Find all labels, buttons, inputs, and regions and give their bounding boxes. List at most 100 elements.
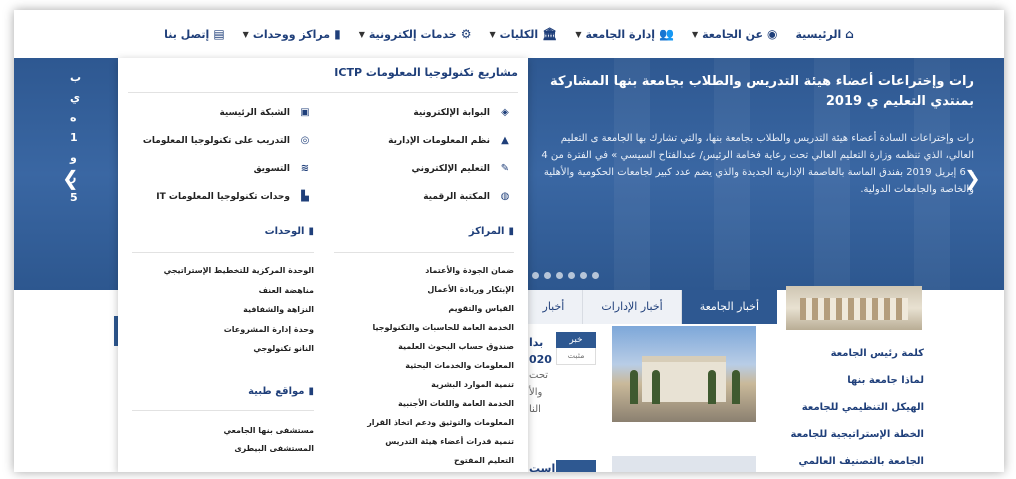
news-partial-line: والأ <box>529 387 543 398</box>
menu-link[interactable]: النانو تكنولوجي <box>253 344 314 353</box>
mega-project-item[interactable]: ◈ البوابة الإلكترونية <box>413 106 514 120</box>
slider-dot[interactable] <box>580 272 587 279</box>
caret-down-icon: ▼ <box>358 29 365 39</box>
nav-item[interactable]: ▤ إتصل بنا <box>164 27 224 41</box>
section-heading-label: المراكز <box>468 226 505 237</box>
sidebar-link[interactable]: الجامعة بالتصنيف العالمي <box>774 448 924 472</box>
mega-project-label: التدريب على تكنولوجيا المعلومات <box>142 136 290 146</box>
news-tab[interactable]: أخبار الجامعة <box>680 290 777 324</box>
mega-project-item[interactable]: ◍ المكتبة الرقمية <box>423 190 514 204</box>
nav-label: عن الجامعة <box>702 27 764 41</box>
contact-card-icon: ▤ <box>213 27 225 41</box>
mega-project-item[interactable]: ▙ وحدات تكنولوجيا المعلومات IT <box>156 190 314 204</box>
menu-link[interactable]: وحدة إدارة المشروعات <box>224 325 314 334</box>
sidebar-link[interactable]: الهيكل التنظيمي للجامعة <box>774 394 924 421</box>
nav-label: خدمات إلكترونية <box>368 27 457 41</box>
nav-label: إتصل بنا <box>164 27 210 41</box>
news-image[interactable] <box>612 326 756 422</box>
slider-prev-icon[interactable]: ❮ <box>62 166 79 190</box>
news-tabs: أخبار الجامعة أخبار الإدارات أخبار <box>523 290 777 324</box>
menu-link[interactable]: تنمية الموارد البشرية <box>431 380 514 389</box>
badge-top: خبر <box>556 332 596 348</box>
menu-link[interactable]: مستشفى بنها الجامعي <box>223 426 314 435</box>
tree-shape <box>630 370 638 404</box>
sidebar-link[interactable]: كلمة رئيس الجامعة <box>774 340 924 367</box>
nav-item[interactable]: ◉ عن الجامعة ▼ <box>692 27 778 41</box>
menu-link[interactable]: المستشفى البيطرى <box>234 444 314 453</box>
news-tab[interactable]: أخبار <box>523 290 583 324</box>
menu-link[interactable]: المعلومات والتوثيق ودعم اتخاذ القرار <box>367 418 514 427</box>
slider-dot[interactable] <box>532 272 539 279</box>
menu-separator <box>334 252 514 253</box>
menu-link[interactable]: مناهضة العنف <box>259 286 314 295</box>
nav-item[interactable]: ⌂ الرئيسية <box>796 27 854 41</box>
hero-left-char: ي <box>70 91 81 104</box>
menu-link[interactable]: القياس والتقويم <box>448 304 514 313</box>
project-logo-icon: ▣ <box>300 107 310 118</box>
tree-shape <box>652 370 660 404</box>
sidebar-link[interactable]: لماذا جامعة بنها <box>774 367 924 394</box>
sidebar-link[interactable]: الخطة الإستراتيجية للجامعة <box>774 421 925 448</box>
mega-project-label: التعليم الإلكتروني <box>411 164 490 174</box>
slider-dot[interactable] <box>556 272 563 279</box>
sidebar-thumbnail[interactable] <box>786 286 922 330</box>
mega-project-item[interactable]: ≋ التسويق <box>254 162 314 176</box>
institution-icon: 🏛 <box>542 27 558 41</box>
nav-item[interactable]: 👥 إدارة الجامعة ▼ <box>575 27 674 41</box>
news-partial-bottom: إست <box>529 462 556 472</box>
nav-label: الرئيسية <box>795 27 842 41</box>
building-icon: ▮ <box>334 27 341 41</box>
project-logo-icon: ▙ <box>301 191 309 202</box>
caret-down-icon: ▼ <box>489 29 496 39</box>
nav-label: مراكز ووحدات <box>252 27 331 41</box>
building-icon: ▮ <box>508 226 514 237</box>
menu-link[interactable]: النزاهة والشفافية <box>243 305 314 314</box>
nav-item[interactable]: ▮ مراكز ووحدات ▼ <box>243 27 341 41</box>
nav-item[interactable]: 🏛 الكليات ▼ <box>490 27 558 41</box>
menu-link[interactable]: التعليم المفتوح <box>454 456 514 465</box>
slider-next-icon[interactable]: ❯ <box>964 166 981 190</box>
slider-dot[interactable] <box>544 272 551 279</box>
menu-link[interactable]: المعلومات والخدمات البحثية <box>405 361 514 370</box>
menu-link[interactable]: تنمية قدرات أعضاء هيئة التدريس <box>385 437 514 446</box>
news-partial-line: النا <box>529 404 541 415</box>
slider-dot[interactable] <box>568 272 575 279</box>
main-nav: ⌂ الرئيسية ◉ عن الجامعة ▼ 👥 إدارة الجامعة ▼ 🏛 الك… <box>14 10 1004 58</box>
menu-link[interactable]: الإبتكار وريادة الأعمال <box>427 285 514 294</box>
menu-link[interactable]: الوحدة المركزية للتخطيط الإستراتيجي <box>164 266 314 275</box>
project-logo-icon: ◈ <box>501 107 509 118</box>
mega-project-item[interactable]: ◎ التدريب على تكنولوجيا المعلومات <box>143 134 314 148</box>
menu-link[interactable]: الخدمة العامة للحاسبات والتكنولوجيا <box>372 323 514 332</box>
tree-shape <box>708 370 716 404</box>
hero-text: رات وإختراعات السادة أعضاء هيئة التدريس … <box>541 133 974 195</box>
menu-section-heading: ▮ مواقع طبية <box>248 386 314 397</box>
mega-project-label: وحدات تكنولوجيا المعلومات IT <box>156 192 290 202</box>
menu-separator <box>132 252 314 253</box>
mega-project-label: البوابة الإلكترونية <box>413 108 490 118</box>
eye-icon: ◉ <box>767 27 778 41</box>
nav-item[interactable]: ⚙ خدمات إلكترونية ▼ <box>359 27 472 41</box>
mega-project-item[interactable]: ▲ نظم المعلومات الإدارية <box>388 134 514 148</box>
hero-left-char: ب <box>70 71 82 84</box>
menu-link[interactable]: الخدمة العامة واللغات الأجنبية <box>398 399 514 408</box>
menu-link[interactable]: ضمان الجودة والأعتماد <box>425 266 514 275</box>
gears-icon: ⚙ <box>460 27 472 41</box>
project-logo-icon: ≋ <box>300 163 310 174</box>
nav-label: إدارة الجامعة <box>585 27 656 41</box>
menu-link[interactable]: صندوق حساب البحوث العلمية <box>398 342 514 351</box>
mega-project-label: التسويق <box>253 164 290 174</box>
slider-dot[interactable] <box>592 272 599 279</box>
hero-left-char: 5 <box>70 191 78 204</box>
news-image-2[interactable] <box>612 456 756 472</box>
mega-header: مشاريع تكنولوجيا المعلومات ICTP <box>334 66 518 79</box>
hero-left-char: و <box>70 151 77 164</box>
home-icon: ⌂ <box>845 27 854 41</box>
mega-project-item[interactable]: ✎ التعليم الإلكتروني <box>411 162 514 176</box>
news-partial-line: 020 <box>529 353 552 366</box>
building-icon: ▮ <box>308 386 314 397</box>
menu-separator <box>132 410 314 411</box>
caret-down-icon: ▼ <box>242 29 249 39</box>
mega-project-item[interactable]: ▣ الشبكة الرئيسية <box>219 106 314 120</box>
news-tab[interactable]: أخبار الإدارات <box>582 290 681 324</box>
news-partial-line: بدا <box>529 336 544 349</box>
